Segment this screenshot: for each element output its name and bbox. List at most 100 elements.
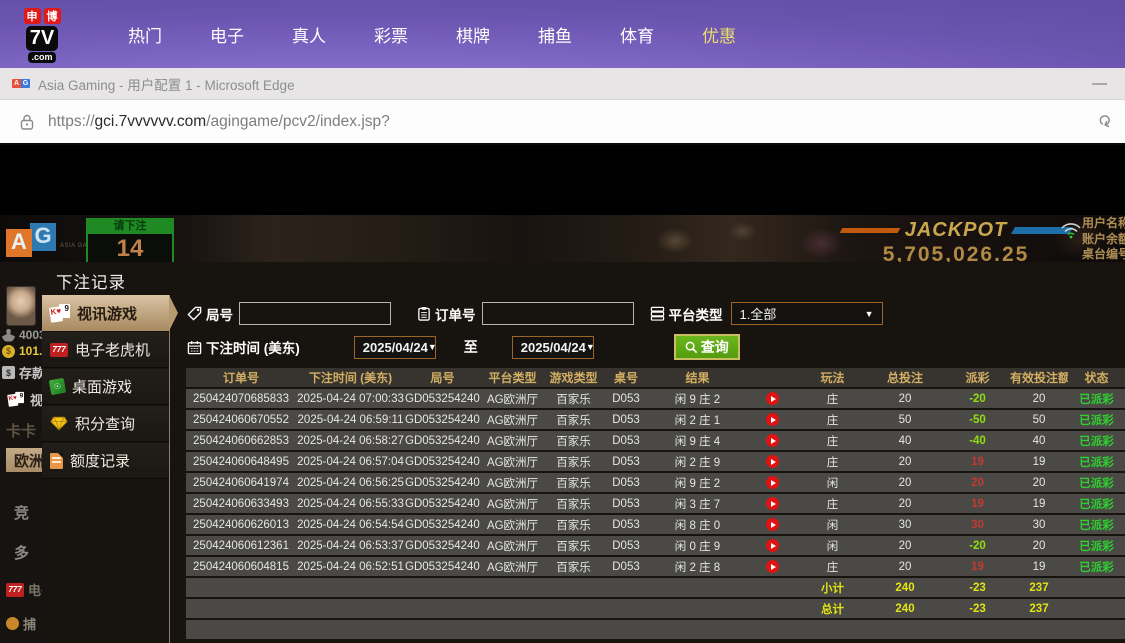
cell-valid-bet: 19 [1010, 452, 1068, 471]
cell-empty [186, 620, 296, 639]
cards-icon: 9 K♥ [7, 391, 24, 407]
sidebar-tab-电子老虎机[interactable]: 777 电子老虎机 [42, 332, 169, 368]
date-to-label: 至 [463, 339, 478, 355]
lock-icon[interactable] [20, 114, 34, 130]
cell-total-bet: 30 [865, 515, 945, 534]
replay-play-icon[interactable] [766, 434, 779, 447]
page-stage: A G ASIA GAMING 请下注 14 JACKPOT 5,705,026… [0, 145, 1125, 643]
nav-item-真人[interactable]: 真人 [268, 12, 350, 57]
cell-status: 已派彩 [1068, 389, 1125, 408]
cell-method: 庄 [800, 452, 865, 471]
replay-play-icon[interactable] [766, 518, 779, 531]
cell-game: 百家乐 [545, 431, 602, 450]
table-row: 250424060648495 2025-04-24 06:57:04 GD0532… [186, 452, 1125, 471]
cell-table: D053 [602, 494, 650, 513]
nav-item-棋牌[interactable]: 棋牌 [432, 12, 514, 57]
replay-play-icon[interactable] [766, 560, 779, 573]
cell-game: 百家乐 [545, 473, 602, 492]
cell-replay [745, 452, 800, 471]
replay-play-icon[interactable] [766, 539, 779, 552]
cell-platform: AG欧洲厅 [480, 431, 545, 450]
table-row: 250424060670552 2025-04-24 06:59:11 GD0532… [186, 410, 1125, 429]
replay-play-icon[interactable] [766, 476, 779, 489]
nav-item-体育[interactable]: 体育 [596, 12, 678, 57]
cell-empty [650, 578, 745, 597]
lobby-bg-item: 竞 [14, 505, 30, 522]
sidebar-tab-额度记录[interactable]: 额度记录 [42, 443, 169, 479]
order-number-input[interactable] [481, 302, 634, 325]
cell-valid-bet: 50 [1010, 410, 1068, 429]
minimize-button[interactable]: — [1086, 75, 1113, 92]
cell-platform: AG欧洲厅 [480, 536, 545, 555]
clipboard-icon [418, 306, 430, 321]
cell-empty [296, 620, 405, 639]
cell-payout: -20 [945, 536, 1010, 555]
table-row: 250424060662853 2025-04-24 06:58:27 GD0532… [186, 431, 1125, 450]
cell-time: 2025-04-24 06:58:27 [296, 431, 405, 450]
cell-order: 250424070685833 [186, 389, 296, 408]
cell-order: 250424060670552 [186, 410, 296, 429]
chevron-down-icon: ▼ [585, 342, 595, 352]
cell-round: GD053254240OQ [405, 410, 480, 429]
date-from-select[interactable]: 2025/04/24 ▼ [353, 335, 437, 359]
nav-item-电子[interactable]: 电子 [186, 12, 268, 57]
cell-payout: 19 [945, 557, 1010, 576]
cell-total-bet: 50 [865, 410, 945, 429]
cell-empty [296, 599, 405, 618]
cell-result: 闲 3 庄 7 [650, 494, 745, 513]
nav-item-热门[interactable]: 热门 [104, 12, 186, 57]
cell-sum-valid: 237 [1010, 578, 1068, 597]
col-header: 玩法 [800, 368, 865, 387]
cell-total-bet: 20 [865, 473, 945, 492]
cell-round: GD053254240OH [405, 557, 480, 576]
bet-records-table: 订单号 下注时间 (美东) 局号 平台类型 游戏类型 桌号 结果 玩法 总投注 派彩 有效投注额 状态… [186, 366, 1125, 641]
cell-platform: AG欧洲厅 [480, 473, 545, 492]
cell-total-bet: 20 [865, 536, 945, 555]
cell-empty [480, 620, 545, 639]
round-number-input[interactable] [239, 302, 391, 325]
url-host: gci.7vvvvvv.com [94, 112, 207, 130]
cell-empty [405, 620, 480, 639]
cell-method: 闲 [800, 515, 865, 534]
sidebar-tab-积分查询[interactable]: 积分查询 [42, 406, 169, 442]
cell-time: 2025-04-24 06:59:11 [296, 410, 405, 429]
cell-empty [405, 578, 480, 597]
table-row: 250424070685833 2025-04-24 07:00:33 GD0532… [186, 389, 1125, 408]
cell-empty [650, 620, 745, 639]
cell-empty [745, 599, 800, 618]
cell-method: 闲 [800, 473, 865, 492]
sidebar-tab-桌面游戏[interactable]: ☉ 桌面游戏 [42, 369, 169, 405]
cell-status: 已派彩 [1068, 473, 1125, 492]
replay-play-icon[interactable] [766, 455, 779, 468]
cell-result: 闲 2 庄 9 [650, 452, 745, 471]
lobby-bg-item: 捕 [6, 614, 36, 633]
logo-badge-shen: 申 [23, 7, 41, 24]
cell-valid-bet: 20 [1010, 473, 1068, 492]
modal-side-menu: 9 K♥ 视讯游戏 777 电子老虎机 ☉ 桌面游戏 积分查询 额度记录 [42, 295, 178, 643]
platform-type-select[interactable]: 1.全部 ▼ [730, 302, 883, 325]
cell-sum-payout: -23 [945, 599, 1010, 618]
background-lobby-column: 4003 $101. $存款 9K♥视卡卡欧洲竞多 777电子捕 [0, 262, 42, 643]
replay-play-icon[interactable] [766, 413, 779, 426]
replay-play-icon[interactable] [766, 392, 779, 405]
query-button[interactable]: 查询 [673, 334, 740, 360]
cell-empty [745, 578, 800, 597]
nav-item-捕鱼[interactable]: 捕鱼 [514, 12, 596, 57]
cell-time: 2025-04-24 06:54:54 [296, 515, 405, 534]
lobby-bg-item: 卡卡 [6, 423, 37, 440]
date-to-select[interactable]: 2025/04/24 ▼ [511, 335, 595, 359]
logo-com: .com [28, 51, 56, 63]
site-logo[interactable]: 申 博 7V .com [18, 7, 66, 63]
table-row: 250424060641974 2025-04-24 06:56:25 GD0532… [186, 473, 1125, 492]
sidebar-tab-视讯游戏[interactable]: 9 K♥ 视讯游戏 [42, 295, 178, 331]
nav-item-彩票[interactable]: 彩票 [350, 12, 432, 57]
nav-item-优惠[interactable]: 优惠 [678, 12, 760, 57]
col-header: 局号 [405, 368, 480, 387]
cell-table: D053 [602, 473, 650, 492]
replay-play-icon[interactable] [766, 497, 779, 510]
cell-empty [480, 599, 545, 618]
modal-title: 下注记录 [56, 274, 126, 292]
cell-platform: AG欧洲厅 [480, 389, 545, 408]
url-input[interactable]: https://gci.7vvvvvv.com/agingame/pcv2/in… [48, 113, 1097, 131]
logo-7v: 7V [25, 25, 59, 51]
